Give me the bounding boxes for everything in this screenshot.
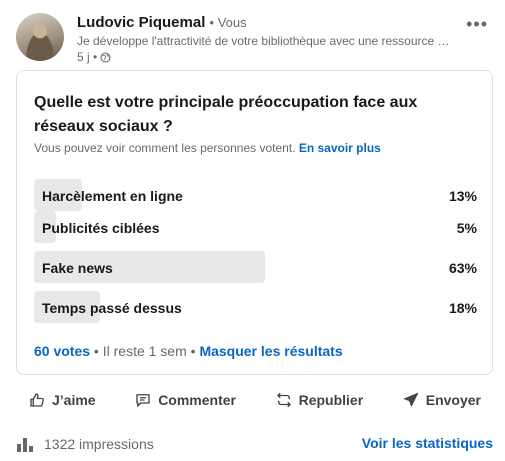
send-button[interactable]: Envoyer — [390, 385, 493, 415]
poll-option-label: Temps passé dessus — [42, 300, 182, 316]
author-line[interactable]: Ludovic Piquemal • Vous — [77, 14, 247, 31]
action-bar: J’aime Commenter Republier Envoyer — [16, 384, 493, 416]
comment-button[interactable]: Commenter — [122, 385, 248, 415]
thumbs-up-icon — [30, 393, 44, 407]
poll-option: Fake news 63% — [34, 251, 477, 283]
comment-label: Commenter — [158, 392, 236, 408]
poll-option-label: Fake news — [42, 260, 113, 276]
post-stats: 1322 impressions Voir les statistiques — [16, 432, 493, 456]
repost-icon — [276, 392, 291, 408]
post-header: Ludovic Piquemal • Vous Je développe l'a… — [16, 12, 494, 64]
poll-option-label: Harcèlement en ligne — [42, 188, 183, 204]
author-name[interactable]: Ludovic Piquemal — [77, 14, 205, 31]
more-options-icon[interactable]: ••• — [466, 14, 488, 35]
comment-icon — [136, 394, 150, 407]
poll-visibility-note: Vous pouvez voir comment les personnes v… — [34, 141, 381, 155]
poll-option-percent: 5% — [456, 220, 477, 236]
poll-option-percent: 13% — [448, 188, 477, 204]
post-meta: 5 j • — [77, 50, 111, 64]
send-label: Envoyer — [425, 392, 481, 408]
repost-label: Republier — [298, 392, 364, 408]
like-label: J’aime — [52, 392, 96, 408]
author-headline: Je développe l'attractivité de votre bib… — [77, 34, 450, 48]
see-statistics-link[interactable]: Voir les statistiques — [362, 435, 493, 451]
impressions: 1322 impressions — [16, 435, 154, 453]
send-icon — [403, 392, 418, 407]
poll-option-label: Publicités ciblées — [42, 220, 160, 236]
poll-time-left: • Il reste 1 sem • — [90, 343, 200, 359]
like-button[interactable]: J’aime — [16, 385, 108, 415]
votes-link[interactable]: 60 votes — [34, 343, 90, 359]
impressions-count: 1322 impressions — [44, 436, 154, 452]
poll-option: Temps passé dessus 18% — [34, 291, 477, 323]
poll-visibility-text: Vous pouvez voir comment les personnes v… — [34, 141, 299, 155]
repost-button[interactable]: Republier — [263, 385, 376, 415]
poll-option: Harcèlement en ligne 13% — [34, 179, 477, 211]
hide-results-link[interactable]: Masquer les résultats — [199, 343, 342, 359]
poll-option-percent: 18% — [448, 300, 477, 316]
poll-footer: 60 votes • Il reste 1 sem • Masquer les … — [34, 343, 343, 359]
poll-card: Quelle est votre principale préoccupatio… — [16, 70, 493, 375]
poll-option-percent: 63% — [448, 260, 477, 276]
poll-option: Publicités ciblées 5% — [34, 211, 477, 243]
poll-question: Quelle est votre principale préoccupatio… — [34, 94, 418, 135]
learn-more-link[interactable]: En savoir plus — [299, 141, 381, 155]
avatar[interactable] — [16, 13, 64, 61]
post-age: 5 j • — [77, 50, 98, 64]
bar-chart-icon — [17, 438, 33, 452]
globe-icon — [100, 52, 111, 62]
author-relation: • Vous — [209, 15, 247, 30]
